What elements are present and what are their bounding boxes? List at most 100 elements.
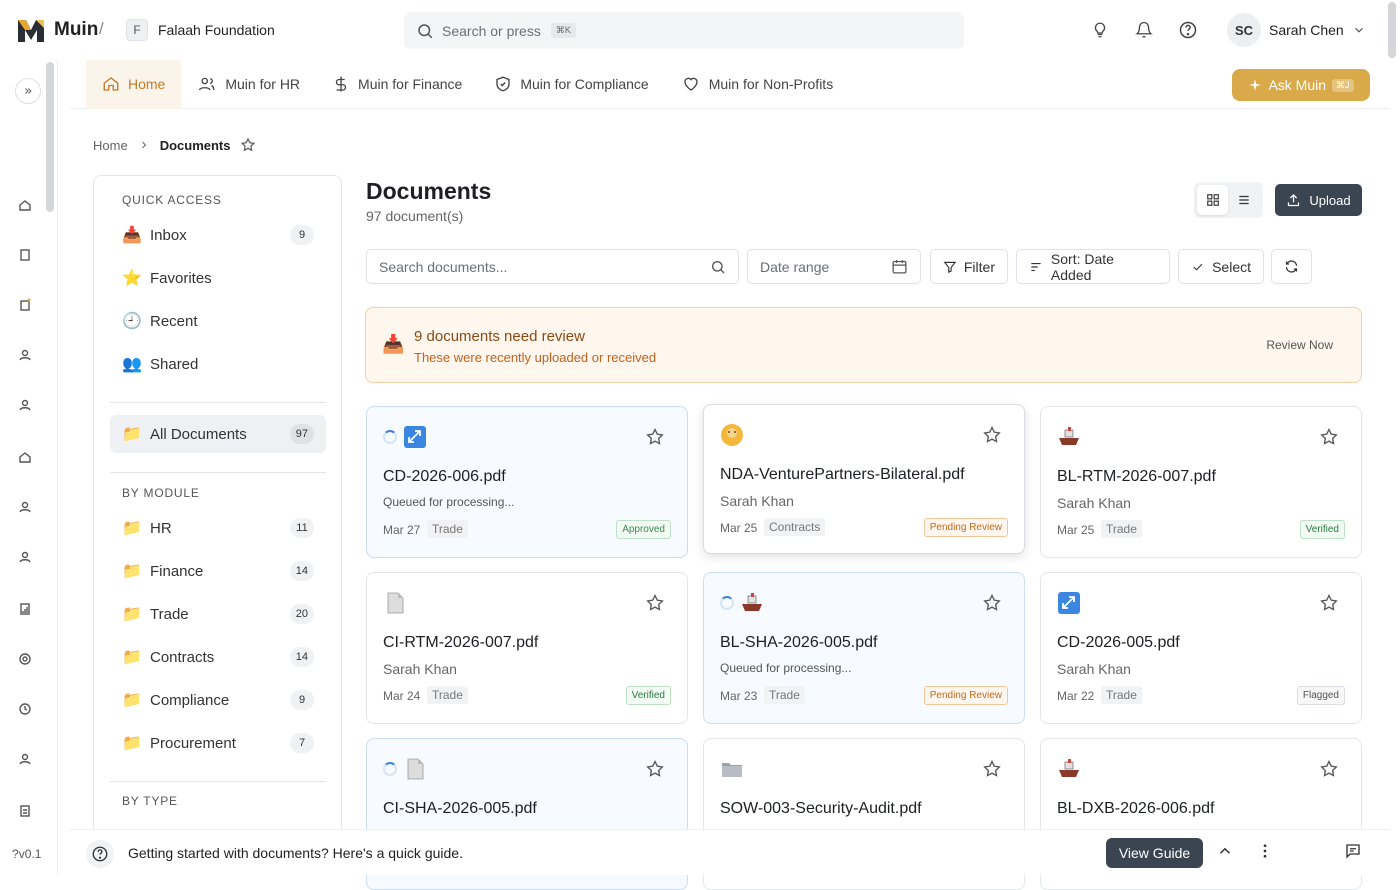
global-search-placeholder: Search or press	[442, 22, 541, 39]
date-range-input[interactable]: Date range	[747, 249, 921, 284]
select-button[interactable]: Select	[1178, 249, 1264, 284]
star-icon[interactable]	[1319, 593, 1339, 613]
target-rail-icon[interactable]	[18, 652, 32, 666]
sidebar-item-hr[interactable]: 📁 HR 11	[110, 509, 326, 547]
document-alert-rail-icon[interactable]	[18, 298, 32, 312]
sidebar-item-inbox[interactable]: 📥 Inbox 9	[110, 216, 326, 254]
sort-button[interactable]: Sort: Date Added	[1016, 249, 1170, 284]
sidebar-item-contracts[interactable]: 📁 Contracts 14	[110, 638, 326, 676]
document-card[interactable]: BL-SHA-2026-005.pdf Queued for processin…	[703, 572, 1025, 724]
document-owner: Sarah Khan	[720, 493, 794, 509]
nav-hr[interactable]: Muin for HR	[181, 60, 316, 109]
sidebar-item-label: Inbox	[150, 226, 187, 244]
file-rail-icon[interactable]	[18, 804, 32, 818]
document-date: Mar 25	[720, 521, 758, 535]
module-count: 7	[290, 733, 314, 753]
sidebar-item-label: Trade	[150, 605, 189, 623]
refresh-button[interactable]	[1271, 249, 1312, 284]
star-icon[interactable]	[645, 593, 665, 613]
user-menu[interactable]: SC Sarah Chen	[1227, 13, 1366, 47]
list-view-button[interactable]	[1228, 185, 1259, 215]
document-owner: Sarah Khan	[383, 661, 457, 677]
document-card[interactable]: CD-2026-006.pdf Queued for processing...…	[366, 406, 688, 558]
document-card[interactable]: CI-RTM-2026-007.pdf Sarah Khan Mar 24 Tr…	[366, 572, 688, 724]
sidebar-item-compliance[interactable]: 📁 Compliance 9	[110, 681, 326, 719]
people-icon: 👥	[122, 356, 142, 373]
star-icon[interactable]	[982, 425, 1002, 445]
sidebar-item-finance[interactable]: 📁 Finance 14	[110, 552, 326, 590]
refresh-icon	[1285, 260, 1298, 273]
contact-rail-icon[interactable]	[18, 550, 32, 564]
sidebar-item-recent[interactable]: 🕘 Recent	[110, 302, 326, 340]
building-rail-icon[interactable]	[18, 450, 32, 464]
document-rail-icon[interactable]	[18, 248, 32, 262]
star-icon[interactable]	[240, 137, 256, 153]
status-badge: Pending Review	[923, 518, 1008, 537]
star-icon[interactable]	[982, 759, 1002, 779]
report-rail-icon[interactable]	[18, 602, 32, 616]
review-banner: 📥 9 documents need review These were rec…	[365, 307, 1362, 383]
sidebar-item-trade[interactable]: 📁 Trade 20	[110, 595, 326, 633]
view-guide-button[interactable]: View Guide	[1106, 838, 1203, 868]
clock-icon: 🕘	[122, 313, 142, 330]
status-badge: Pending Review	[923, 686, 1008, 705]
expand-rail-button[interactable]	[15, 78, 41, 104]
star-icon[interactable]	[1319, 427, 1339, 447]
sparkle-icon	[1249, 79, 1262, 91]
user-rail-icon[interactable]	[18, 348, 32, 362]
grid-view-button[interactable]	[1197, 185, 1228, 215]
top-bar: Muin / F Falaah Foundation Search or pre…	[0, 0, 1400, 60]
sidebar-item-favorites[interactable]: ⭐ Favorites	[110, 259, 326, 297]
clock-rail-icon[interactable]	[18, 702, 32, 716]
bell-icon[interactable]	[1132, 18, 1156, 42]
lightbulb-icon[interactable]	[1088, 18, 1112, 42]
document-card[interactable]: CD-2026-005.pdf Sarah Khan Mar 22 Trade …	[1040, 572, 1362, 724]
help-icon[interactable]	[1176, 18, 1200, 42]
upload-button[interactable]: Upload	[1275, 184, 1362, 216]
global-search[interactable]: Search or press ⌘K	[404, 12, 964, 49]
page-scrollbar[interactable]	[1388, 2, 1396, 58]
star-icon[interactable]	[645, 427, 665, 447]
person-rail-icon[interactable]	[18, 752, 32, 766]
star-icon[interactable]	[1319, 759, 1339, 779]
sidebar-item-label: Contracts	[150, 648, 215, 666]
sidebar-item-label: Shared	[150, 355, 199, 373]
team-rail-icon[interactable]	[18, 500, 32, 514]
document-search-input[interactable]: Search documents...	[366, 249, 739, 284]
module-tag: Contracts	[764, 518, 826, 536]
document-owner: Sarah Khan	[1057, 495, 1131, 511]
rail-scrollbar[interactable]	[46, 62, 54, 212]
sort-label: Sort: Date Added	[1050, 250, 1114, 283]
star-icon[interactable]	[645, 759, 665, 779]
nav-compliance[interactable]: Muin for Compliance	[478, 60, 664, 109]
star-icon[interactable]	[982, 593, 1002, 613]
app-logo[interactable]: Muin	[16, 16, 98, 44]
more-vertical-icon[interactable]	[1256, 842, 1274, 860]
filter-button[interactable]: Filter	[930, 249, 1008, 284]
dollar-icon	[335, 76, 347, 92]
nav-finance[interactable]: Muin for Finance	[316, 60, 478, 109]
sidebar-item-all-documents[interactable]: 📁 All Documents 97	[110, 415, 326, 453]
breadcrumb-home[interactable]: Home	[93, 138, 128, 153]
org-separator: /	[99, 19, 104, 38]
face-icon	[721, 424, 743, 446]
sidebar-item-shared[interactable]: 👥 Shared	[110, 345, 326, 383]
org-switcher[interactable]: F Falaah Foundation	[126, 19, 275, 41]
nav-home[interactable]: Home	[86, 59, 182, 109]
review-title: 9 documents need review	[414, 328, 585, 345]
home-rail-icon[interactable]	[18, 198, 32, 212]
review-now-button[interactable]: Review Now	[1266, 338, 1333, 352]
sidebar-item-procurement[interactable]: 📁 Procurement 7	[110, 724, 326, 762]
nav-nonprofits[interactable]: Muin for Non-Profits	[665, 60, 849, 109]
ask-muin-button[interactable]: Ask Muin ⌘J	[1232, 69, 1370, 101]
customs-icon	[404, 426, 426, 448]
inbox-icon: 📥	[382, 334, 405, 354]
heart-icon	[684, 77, 698, 91]
view-toggle	[1194, 182, 1263, 218]
chevron-up-icon[interactable]	[1216, 842, 1234, 860]
user-rail-icon-2[interactable]	[18, 398, 32, 412]
document-card[interactable]: BL-RTM-2026-007.pdf Sarah Khan Mar 25 Tr…	[1040, 406, 1362, 558]
chat-icon[interactable]	[1344, 842, 1362, 860]
document-card[interactable]: NDA-VenturePartners-Bilateral.pdf Sarah …	[703, 404, 1025, 554]
calendar-icon	[892, 260, 907, 274]
